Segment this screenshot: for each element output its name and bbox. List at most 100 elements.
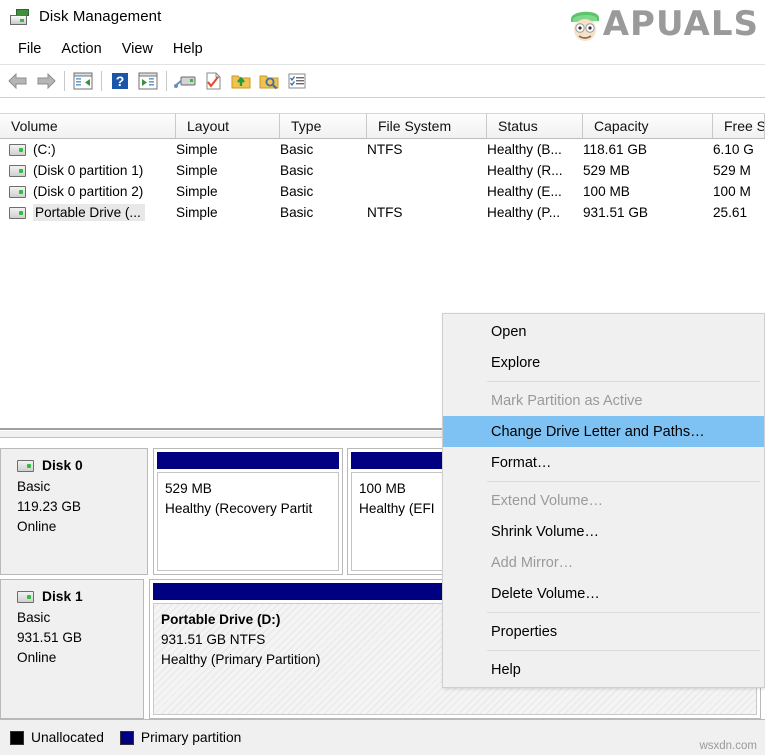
volume-cell-free-space: 25.61 [713,205,748,220]
rescan-disks-icon[interactable] [171,68,199,94]
toolbar-separator [101,71,102,91]
column-header-file-system[interactable]: File System [367,114,487,138]
search-folder-icon[interactable] [255,68,283,94]
watermark-url: wsxdn.com [699,740,757,752]
show-hide-console-tree-icon[interactable] [69,68,97,94]
volume-cell-free-space: 6.10 G [713,142,754,157]
volume-cell-status: Healthy (R... [487,163,563,178]
disk-1-size: 931.51 GB [17,630,82,645]
context-menu-help[interactable]: Help [443,654,764,685]
disk-0-size: 119.23 GB [17,499,81,514]
volume-cell-free-space: 529 M [713,163,751,178]
disk-1-type: Basic [17,610,51,625]
volume-icon [9,185,26,198]
disk-legend: Unallocated Primary partition [0,719,765,755]
context-menu: Open Explore Mark Partition as Active Ch… [442,313,765,688]
column-header-status[interactable]: Status [487,114,583,138]
volume-cell-file-system: NTFS [367,205,403,220]
disk0-partition-recovery[interactable]: 529 MB Healthy (Recovery Partit [153,448,343,575]
upload-folder-icon[interactable] [227,68,255,94]
volume-cell-layout: Simple [176,184,218,199]
menu-help[interactable]: Help [163,38,213,60]
table-row[interactable]: (Disk 0 partition 2) Simple Basic Health… [0,181,765,202]
watermark-brand-prefix: A [602,4,631,44]
disk-1-info[interactable]: Disk 1 Basic 931.51 GB Online [0,579,144,719]
properties-icon[interactable] [199,68,227,94]
volume-icon [9,206,26,219]
legend-primary-partition-swatch [119,730,134,745]
volume-cell-capacity: 529 MB [583,163,630,178]
volume-cell-name: (C:) [0,139,176,160]
table-row[interactable]: (C:) Simple Basic NTFS Healthy (B... 118… [0,139,765,160]
column-header-type[interactable]: Type [280,114,367,138]
help-icon[interactable]: ? [106,68,134,94]
window-title: Disk Management [39,8,162,25]
partition-size: 529 MB [165,481,212,496]
context-menu-change-drive-letter-and-paths[interactable]: Change Drive Letter and Paths… [443,416,764,447]
volume-icon [9,143,26,156]
context-menu-separator [487,381,760,382]
context-menu-shrink-volume[interactable]: Shrink Volume… [443,516,764,547]
volume-cell-free-space: 100 M [713,184,751,199]
column-header-capacity[interactable]: Capacity [583,114,713,138]
context-menu-explore[interactable]: Explore [443,347,764,378]
volume-cell-layout: Simple [176,205,218,220]
column-header-volume[interactable]: Volume [0,114,176,138]
volume-cell-type: Basic [280,205,314,220]
task-list-icon[interactable] [283,68,311,94]
column-header-layout[interactable]: Layout [176,114,280,138]
volume-cell-name: (Disk 0 partition 2) [0,181,176,202]
table-row[interactable]: (Disk 0 partition 1) Simple Basic Health… [0,160,765,181]
table-row[interactable]: Portable Drive (... Simple Basic NTFS He… [0,202,765,223]
volume-cell-name: (Disk 0 partition 1) [0,160,176,181]
volume-list-header: Volume Layout Type File System Status Ca… [0,113,765,139]
disk-0-type: Basic [17,479,51,494]
legend-unallocated-label: Unallocated [31,730,104,745]
legend-unallocated-swatch [10,730,24,745]
back-arrow-icon[interactable] [4,68,32,94]
partition-capacity-bar [157,452,339,469]
show-hide-action-pane-icon[interactable] [134,68,162,94]
menu-file[interactable]: File [8,38,51,60]
disk-0-title: Disk 0 [42,458,83,473]
volume-list-rows: (C:) Simple Basic NTFS Healthy (B... 118… [0,139,765,223]
context-menu-separator [487,481,760,482]
volume-cell-layout: Simple [176,163,218,178]
volume-cell-name: Portable Drive (... [0,202,176,223]
menu-view[interactable]: View [112,38,163,60]
disk-management-icon [10,8,30,25]
watermark-brand: PUALS [630,4,759,44]
context-menu-extend-volume: Extend Volume… [491,492,604,509]
toolbar-separator [166,71,167,91]
disk-1-state: Online [17,650,57,665]
forward-arrow-icon[interactable] [32,68,60,94]
context-menu-separator [487,612,760,613]
volume-label: (C:) [33,142,56,157]
toolbar-separator [64,71,65,91]
volume-cell-file-system [367,181,487,202]
column-header-free-space[interactable]: Free S [713,114,765,138]
volume-cell-layout: Simple [176,142,218,157]
legend-primary-partition-label: Primary partition [140,730,242,745]
volume-cell-type: Basic [280,184,314,199]
volume-cell-capacity: 118.61 GB [583,142,647,157]
partition-status: Healthy (Recovery Partit [165,501,313,516]
disk-icon [17,459,34,472]
mascot-face-icon [570,11,599,41]
menu-action[interactable]: Action [51,38,111,60]
disk-icon [17,590,34,603]
context-menu-format[interactable]: Format… [443,447,764,478]
disk-1-title: Disk 1 [42,589,83,604]
context-menu-properties[interactable]: Properties [443,616,764,647]
appuals-watermark-logo: A PUALS [568,2,759,46]
svg-text:?: ? [116,73,125,89]
volume-cell-capacity: 931.51 GB [583,205,648,220]
context-menu-delete-volume[interactable]: Delete Volume… [443,578,764,609]
volume-cell-file-system [367,160,487,181]
volume-cell-status: Healthy (E... [487,184,562,199]
volume-icon [9,164,26,177]
disk-0-info[interactable]: Disk 0 Basic 119.23 GB Online [0,448,148,575]
volume-cell-capacity: 100 MB [583,184,630,199]
context-menu-open[interactable]: Open [443,316,764,347]
volume-cell-file-system: NTFS [367,142,403,157]
